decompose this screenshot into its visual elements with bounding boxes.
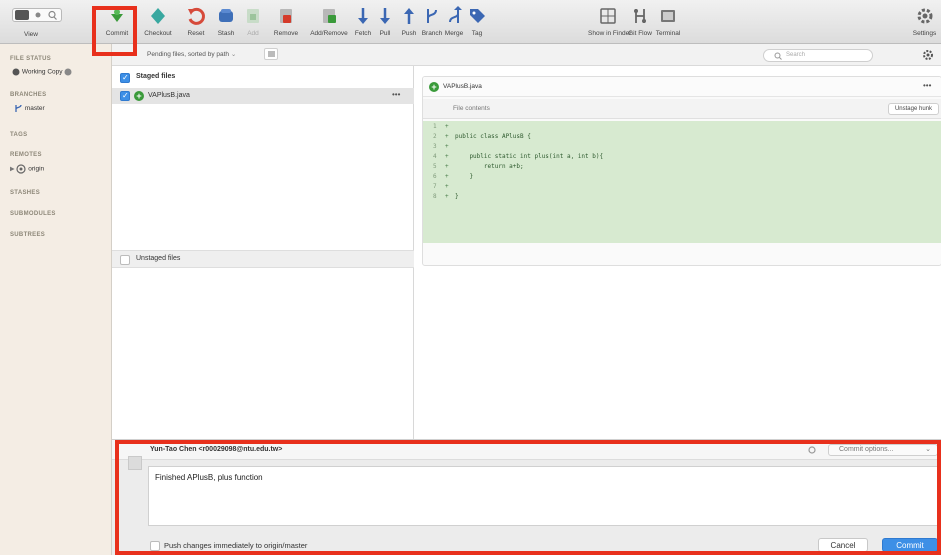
- toolbar: View Commit Checkout Reset Stash Add Rem…: [0, 0, 941, 44]
- git-flow-icon: [634, 9, 646, 23]
- sidebar-item-working-copy[interactable]: Working Copy: [12, 68, 72, 76]
- line-number: 8: [433, 193, 437, 200]
- checkout-button-label: Checkout: [144, 30, 172, 37]
- commit-highlight-box: [92, 6, 137, 56]
- add-icon: [247, 9, 259, 23]
- unstage-hunk-button[interactable]: Unstage hunk: [887, 103, 939, 115]
- search-input[interactable]: Search: [763, 49, 873, 62]
- branch-icon: [15, 104, 22, 112]
- remove-icon: [280, 9, 292, 23]
- remotes-header: REMOTES: [10, 152, 42, 158]
- search-icon[interactable]: [46, 10, 60, 20]
- diff-file-menu-button[interactable]: •••: [923, 81, 931, 90]
- file-status-header: FILE STATUS: [10, 56, 52, 62]
- subtrees-header: SUBTREES: [10, 232, 46, 238]
- reset-icon: [188, 7, 205, 25]
- view-tree-icon[interactable]: [31, 10, 45, 20]
- origin-label: origin: [28, 165, 45, 173]
- line-text: }: [455, 193, 459, 200]
- add-remove-icon: [323, 9, 336, 23]
- chevron-down-icon: ⌄: [230, 51, 237, 58]
- finder-icon: [600, 8, 616, 24]
- terminal-icon: [661, 10, 675, 22]
- diff-toolbar: Search: [414, 44, 941, 66]
- sort-label: Pending files, sorted by path: [147, 51, 230, 58]
- gear-icon: [923, 50, 933, 60]
- files-toolbar: Pending files, sorted by path ⌄: [112, 44, 414, 66]
- added-file-icon: +: [134, 91, 144, 101]
- sidebar-item-master[interactable]: master: [14, 104, 45, 113]
- tag-icon: [470, 9, 485, 23]
- list-icon: [268, 51, 275, 57]
- diff-file-name: VAPlusB.java: [443, 83, 482, 90]
- staged-all-checkbox[interactable]: [120, 73, 130, 83]
- hunk-header: File contents Unstage hunk: [423, 99, 941, 119]
- branches-header: BRANCHES: [10, 92, 47, 98]
- view-label: View: [24, 31, 38, 38]
- remove-button-label: Remove: [273, 30, 299, 37]
- unstaged-header-row[interactable]: Unstaged files: [112, 250, 414, 268]
- unstaged-files-header: Unstaged files: [136, 255, 181, 262]
- line-sign: +: [445, 193, 449, 200]
- staged-header-row[interactable]: Staged files: [112, 70, 414, 86]
- tags-header: TAGS: [10, 132, 28, 138]
- hunk-title: File contents: [453, 105, 490, 112]
- tag-button[interactable]: Tag: [457, 4, 497, 40]
- diff-panel: Search + VAPlusB.java ••• File contents …: [414, 44, 941, 439]
- staged-file-checkbox[interactable]: [120, 91, 130, 101]
- checkout-button[interactable]: Checkout: [138, 4, 178, 40]
- file-row-menu-button[interactable]: •••: [392, 90, 400, 99]
- diff-card: + VAPlusB.java ••• File contents Unstage…: [422, 76, 941, 266]
- code-area: 1 + 2 + public class APlusB { 3 + 4 + public …: [423, 121, 941, 243]
- settings-label: Settings: [912, 30, 937, 37]
- remove-button[interactable]: Remove: [266, 4, 306, 40]
- terminal-button[interactable]: Terminal: [648, 4, 688, 40]
- list-mode-button[interactable]: [264, 48, 278, 60]
- diff-file-header: + VAPlusB.java •••: [423, 77, 941, 97]
- tag-button-label: Tag: [471, 30, 483, 37]
- checkout-icon: [151, 8, 165, 24]
- diff-settings-button[interactable]: [922, 49, 934, 63]
- staged-file-name: VAPlusB.java: [148, 92, 190, 99]
- working-copy-icon: [12, 68, 20, 76]
- commit-area-highlight-box: [115, 440, 941, 555]
- search-icon: [774, 52, 782, 60]
- unstaged-all-checkbox[interactable]: [120, 255, 130, 265]
- terminal-label: Terminal: [655, 30, 681, 37]
- disclosure-triangle-icon[interactable]: ▶: [10, 167, 15, 173]
- gear-icon: [917, 8, 932, 24]
- view-switcher[interactable]: [12, 8, 62, 22]
- sidebar-item-origin[interactable]: ▶ origin: [10, 164, 44, 174]
- code-line: 8 +}: [423, 191, 941, 203]
- settings-button[interactable]: Settings: [908, 4, 941, 40]
- submodules-header: SUBMODULES: [10, 211, 56, 217]
- view-list-icon[interactable]: [15, 10, 29, 20]
- staged-file-row[interactable]: + VAPlusB.java •••: [112, 88, 414, 104]
- master-branch-label: master: [24, 105, 45, 113]
- search-placeholder: Search: [786, 52, 806, 58]
- stashes-header: STASHES: [10, 190, 40, 196]
- added-file-icon: +: [429, 82, 439, 92]
- sort-dropdown[interactable]: Pending files, sorted by path ⌄: [147, 49, 267, 61]
- sidebar: FILE STATUS Working Copy BRANCHES master…: [0, 44, 112, 555]
- working-copy-badge-icon: [64, 68, 72, 76]
- files-panel: Pending files, sorted by path ⌄ Staged f…: [112, 44, 414, 439]
- working-copy-label: Working Copy: [21, 68, 63, 76]
- staged-files-header: Staged files: [136, 73, 176, 80]
- cloud-icon: [16, 164, 27, 174]
